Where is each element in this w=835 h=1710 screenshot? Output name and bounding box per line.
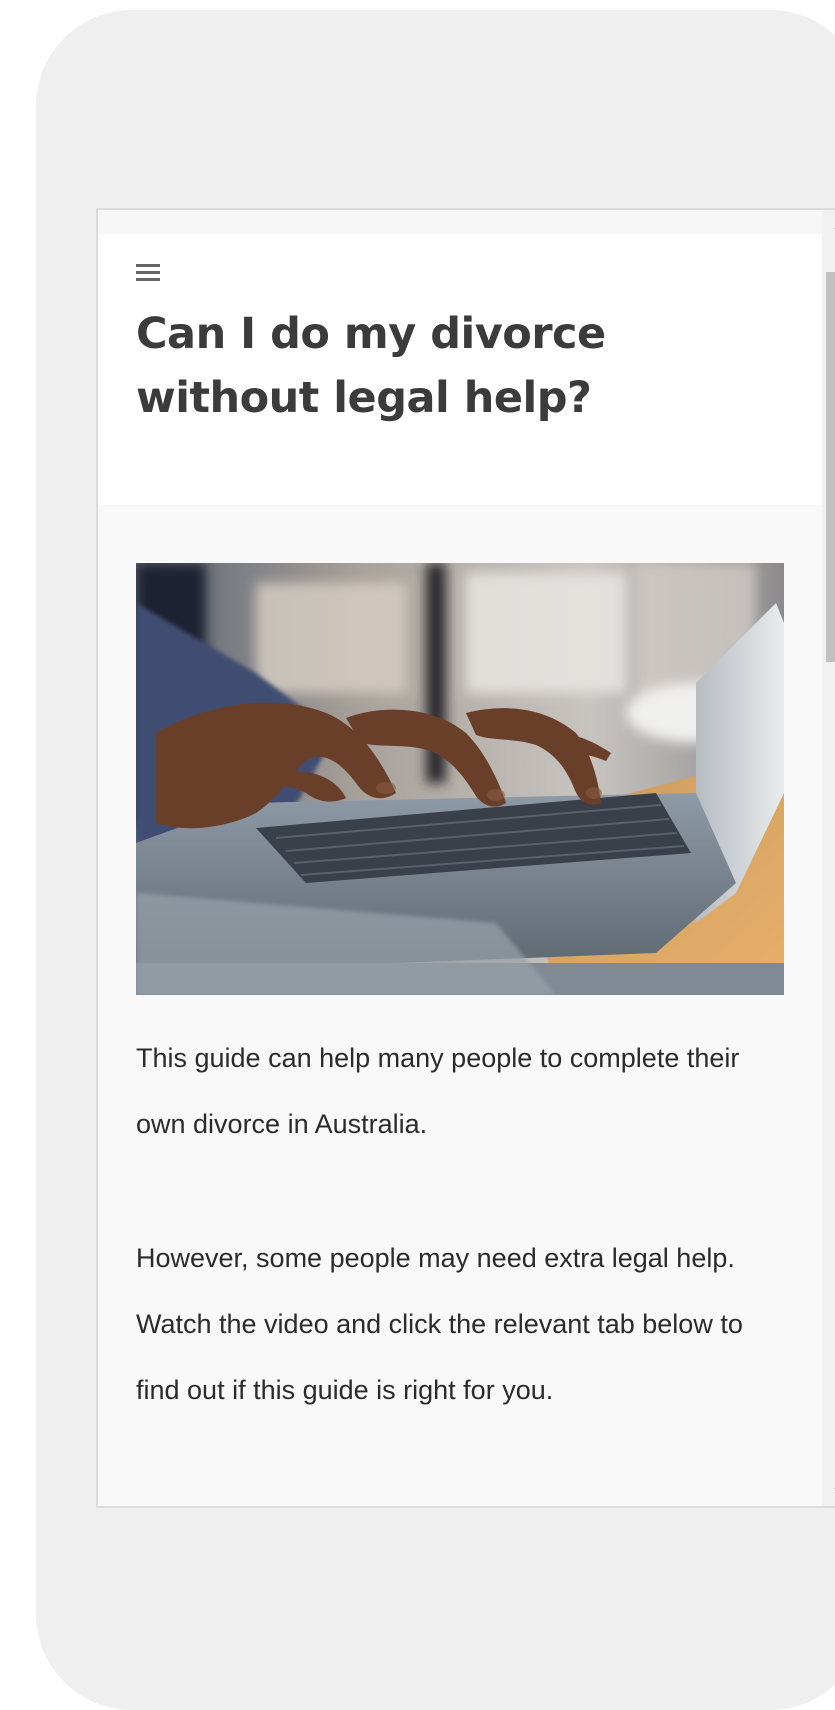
vertical-scrollbar[interactable]	[822, 210, 835, 1506]
scroll-thumb[interactable]	[826, 272, 835, 662]
info-paragraph: However, some people may need extra lega…	[136, 1243, 743, 1405]
intro-paragraph: This guide can help many people to compl…	[136, 1043, 740, 1139]
phone-viewport: Can I do my divorce without legal help?	[96, 208, 835, 1508]
phone-frame: Can I do my divorce without legal help?	[36, 10, 835, 1710]
hero-image	[136, 563, 784, 995]
main-content: This guide can help many people to compl…	[98, 505, 822, 1506]
top-strip	[98, 210, 822, 234]
page-header: Can I do my divorce without legal help?	[98, 234, 822, 505]
page-title: Can I do my divorce without legal help?	[136, 309, 606, 423]
hamburger-menu-icon[interactable]	[136, 264, 160, 284]
laptop-typing-photo	[136, 563, 784, 995]
